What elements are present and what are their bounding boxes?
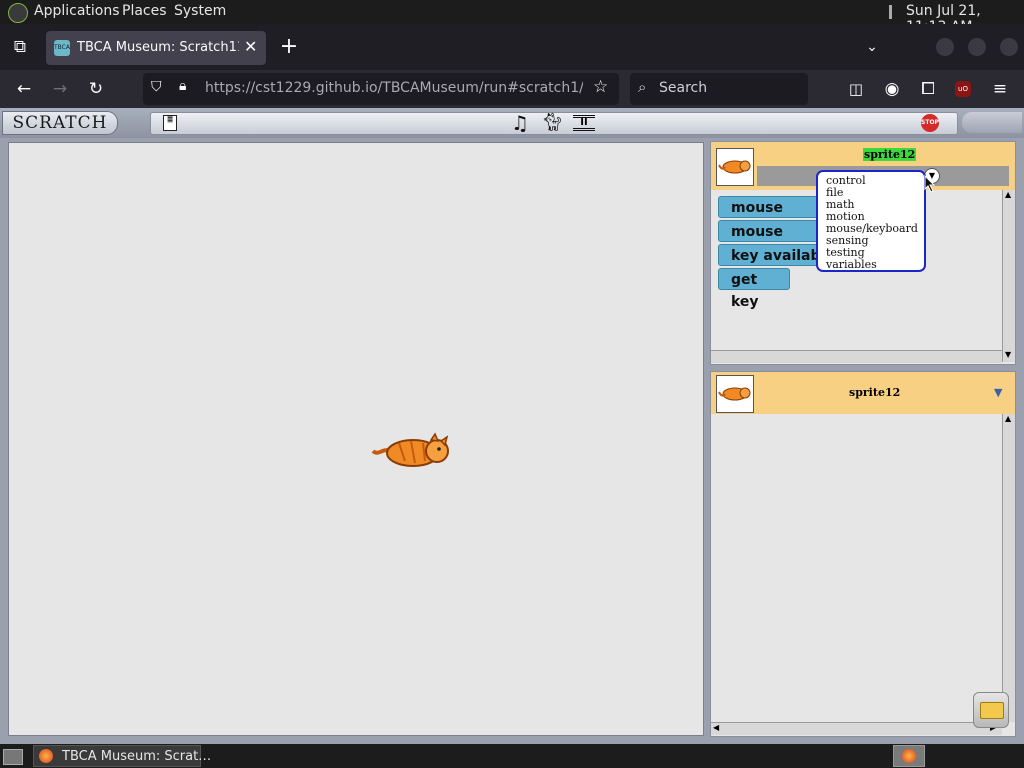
bookmark-star-icon[interactable]: ☆ (593, 77, 608, 97)
taskbar-window-label: TBCA Museum: Scrat… (62, 749, 212, 764)
scripts-dropdown-arrow-icon[interactable]: ▼ (994, 386, 1002, 399)
mouse-cursor-icon (924, 175, 936, 193)
extensions-icon[interactable]: ⧠ (914, 75, 942, 103)
search-icon: ⌕ (638, 78, 647, 96)
url-bar[interactable]: ⛉ 🔒︎ https://cst1229.github.io/TBCAMuseu… (143, 73, 619, 105)
system-menu[interactable]: System (174, 3, 226, 19)
tab-title: TBCA Museum: Scratch11O (77, 40, 239, 55)
close-window-icon[interactable] (1000, 38, 1018, 56)
app-menu-icon[interactable]: ≡ (986, 75, 1014, 103)
reload-icon[interactable]: ↻ (82, 75, 110, 103)
stage[interactable] (8, 142, 704, 736)
cat-sprite-icon[interactable]: 🐈︎ (541, 112, 564, 133)
applications-menu[interactable]: Applications (34, 3, 120, 19)
stop-button[interactable]: STOP (921, 114, 939, 132)
scripts-scroll-up-icon[interactable]: ▲ (1005, 414, 1011, 423)
show-desktop-icon[interactable] (3, 749, 23, 765)
list-all-tabs-icon[interactable]: ⌄ (858, 33, 886, 61)
film-strip-icon[interactable]: II (573, 115, 595, 131)
new-tab-icon[interactable]: + (275, 33, 303, 61)
tab-favicon-icon: TBCA (54, 40, 70, 56)
sprite-name-label[interactable]: sprite12 (863, 148, 917, 161)
scripts-sprite-name: sprite12 (849, 386, 901, 399)
account-icon[interactable]: ◉ (878, 75, 906, 103)
taskbar-window-button[interactable]: TBCA Museum: Scrat… (33, 745, 211, 767)
scripts-horizontal-scrollbar[interactable]: ◀ ▶ (711, 722, 1002, 735)
scripts-pane: sprite12 ▼ ▲ ◀ ▶ (710, 371, 1016, 737)
search-bar[interactable]: ⌕ Search (630, 73, 808, 105)
scripts-sprite-thumbnail[interactable] (716, 375, 754, 413)
tab-close-icon[interactable]: ✕ (244, 37, 257, 56)
folder-icon (980, 702, 1004, 719)
category-menu: control file math motion mouse/keyboard … (816, 170, 926, 272)
cat-sprite[interactable] (371, 431, 455, 475)
scratch-toolbar-end-cap (962, 112, 1022, 133)
lock-icon[interactable]: 🔒︎ (179, 78, 186, 94)
ublock-icon[interactable]: uO (955, 81, 971, 97)
tab-active[interactable]: TBCA TBCA Museum: Scratch11O ✕ (46, 31, 266, 65)
project-menu-icon[interactable]: ≡ ≡ (163, 114, 177, 131)
distro-logo-icon[interactable] (8, 3, 28, 23)
menu-item-variables[interactable]: variables (826, 259, 924, 271)
scroll-down-icon[interactable]: ▼ (1005, 350, 1011, 359)
block-get-key[interactable]: get key (718, 268, 790, 310)
workspace-firefox-icon (902, 749, 916, 763)
folder-button[interactable] (973, 692, 1009, 728)
scroll-left-icon[interactable]: ◀ (713, 723, 719, 732)
scratch-logo[interactable]: SCRATCH (2, 111, 118, 135)
scratch-toolbar: ≡ ≡ ♫ 🐈︎ II STOP (150, 111, 958, 135)
minimize-window-icon[interactable] (936, 38, 954, 56)
search-placeholder[interactable]: Search (659, 80, 707, 96)
os-top-panel: Applications Places System Sun Jul 21, 1… (0, 0, 1024, 35)
places-menu[interactable]: Places (122, 3, 167, 19)
maximize-window-icon[interactable] (968, 38, 986, 56)
scripts-scrollbar[interactable]: ▲ (1002, 414, 1015, 722)
tracking-shield-icon[interactable]: ⛉ (151, 79, 162, 95)
os-taskbar: TBCA Museum: Scrat… (0, 744, 1024, 768)
back-icon[interactable]: ← (10, 75, 38, 103)
music-note-icon[interactable]: ♫ (511, 111, 529, 135)
tab-list-icon[interactable]: ⧉ (6, 33, 34, 61)
forward-icon[interactable]: → (46, 75, 74, 103)
scroll-up-icon[interactable]: ▲ (1005, 190, 1011, 199)
panel-separator (889, 5, 892, 19)
firefox-icon (39, 749, 53, 763)
url-text[interactable]: https://cst1229.github.io/TBCAMuseum/run… (205, 80, 583, 96)
palette-scrollbar[interactable]: ▲ ▼ (1002, 190, 1015, 362)
sprite-thumbnail[interactable] (716, 148, 754, 186)
pocket-icon[interactable]: ◫ (842, 75, 870, 103)
workspace-switcher[interactable] (893, 745, 925, 767)
palette-horizontal-scrollbar[interactable] (711, 350, 1002, 363)
